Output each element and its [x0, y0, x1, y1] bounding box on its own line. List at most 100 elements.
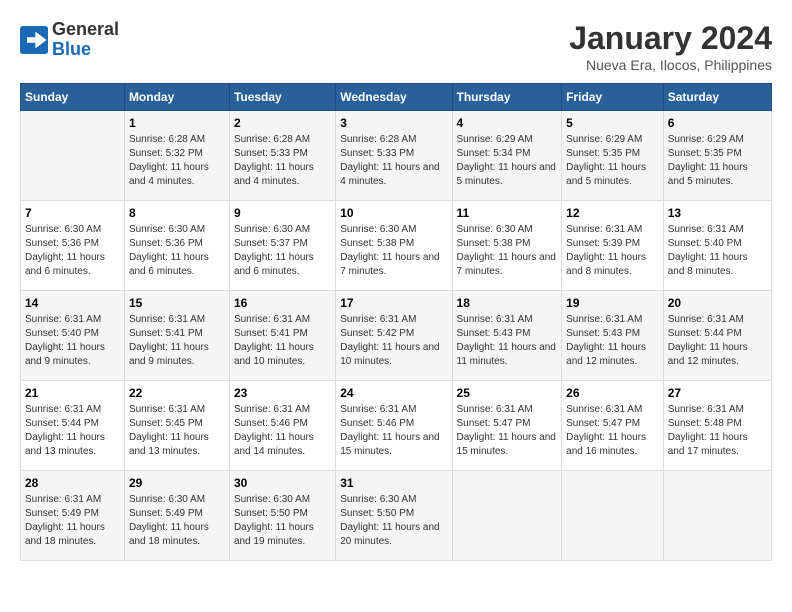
table-cell: 29 Sunrise: 6:30 AMSunset: 5:49 PMDaylig… — [124, 471, 229, 561]
day-number: 17 — [340, 296, 447, 310]
table-cell: 28 Sunrise: 6:31 AMSunset: 5:49 PMDaylig… — [21, 471, 125, 561]
table-cell: 11 Sunrise: 6:30 AMSunset: 5:38 PMDaylig… — [452, 201, 562, 291]
table-cell: 21 Sunrise: 6:31 AMSunset: 5:44 PMDaylig… — [21, 381, 125, 471]
table-cell: 10 Sunrise: 6:30 AMSunset: 5:38 PMDaylig… — [336, 201, 452, 291]
day-info: Sunrise: 6:30 AMSunset: 5:36 PMDaylight:… — [129, 223, 225, 279]
table-cell: 17 Sunrise: 6:31 AMSunset: 5:42 PMDaylig… — [336, 291, 452, 381]
day-number: 15 — [129, 296, 225, 310]
table-cell: 5 Sunrise: 6:29 AMSunset: 5:35 PMDayligh… — [562, 111, 664, 201]
day-number: 11 — [457, 206, 558, 220]
table-cell: 13 Sunrise: 6:31 AMSunset: 5:40 PMDaylig… — [663, 201, 771, 291]
day-info: Sunrise: 6:31 AMSunset: 5:42 PMDaylight:… — [340, 313, 447, 369]
day-number: 1 — [129, 116, 225, 130]
day-number: 14 — [25, 296, 120, 310]
calendar-subtitle: Nueva Era, Ilocos, Philippines — [569, 57, 772, 73]
header-thursday: Thursday — [452, 84, 562, 111]
day-info: Sunrise: 6:29 AMSunset: 5:34 PMDaylight:… — [457, 133, 558, 189]
header-friday: Friday — [562, 84, 664, 111]
header-tuesday: Tuesday — [229, 84, 335, 111]
day-number: 27 — [668, 386, 767, 400]
calendar-title: January 2024 — [569, 20, 772, 57]
header-monday: Monday — [124, 84, 229, 111]
day-number: 5 — [566, 116, 659, 130]
day-number: 2 — [234, 116, 331, 130]
table-cell: 23 Sunrise: 6:31 AMSunset: 5:46 PMDaylig… — [229, 381, 335, 471]
day-number: 18 — [457, 296, 558, 310]
day-info: Sunrise: 6:30 AMSunset: 5:50 PMDaylight:… — [340, 493, 447, 549]
table-cell: 2 Sunrise: 6:28 AMSunset: 5:33 PMDayligh… — [229, 111, 335, 201]
day-number: 7 — [25, 206, 120, 220]
table-row: 28 Sunrise: 6:31 AMSunset: 5:49 PMDaylig… — [21, 471, 772, 561]
title-block: January 2024 Nueva Era, Ilocos, Philippi… — [569, 20, 772, 73]
table-cell — [452, 471, 562, 561]
table-cell: 18 Sunrise: 6:31 AMSunset: 5:43 PMDaylig… — [452, 291, 562, 381]
day-number: 21 — [25, 386, 120, 400]
day-info: Sunrise: 6:29 AMSunset: 5:35 PMDaylight:… — [668, 133, 767, 189]
day-info: Sunrise: 6:30 AMSunset: 5:38 PMDaylight:… — [457, 223, 558, 279]
logo-text: General Blue — [52, 20, 119, 60]
day-info: Sunrise: 6:31 AMSunset: 5:45 PMDaylight:… — [129, 403, 225, 459]
day-number: 3 — [340, 116, 447, 130]
day-number: 31 — [340, 476, 447, 490]
day-number: 20 — [668, 296, 767, 310]
table-cell: 9 Sunrise: 6:30 AMSunset: 5:37 PMDayligh… — [229, 201, 335, 291]
day-info: Sunrise: 6:31 AMSunset: 5:46 PMDaylight:… — [340, 403, 447, 459]
day-info: Sunrise: 6:31 AMSunset: 5:40 PMDaylight:… — [668, 223, 767, 279]
day-info: Sunrise: 6:30 AMSunset: 5:49 PMDaylight:… — [129, 493, 225, 549]
day-info: Sunrise: 6:28 AMSunset: 5:33 PMDaylight:… — [340, 133, 447, 189]
calendar-table: Sunday Monday Tuesday Wednesday Thursday… — [20, 83, 772, 561]
table-cell: 4 Sunrise: 6:29 AMSunset: 5:34 PMDayligh… — [452, 111, 562, 201]
day-number: 8 — [129, 206, 225, 220]
table-cell — [21, 111, 125, 201]
day-info: Sunrise: 6:31 AMSunset: 5:43 PMDaylight:… — [457, 313, 558, 369]
day-number: 28 — [25, 476, 120, 490]
day-number: 19 — [566, 296, 659, 310]
table-cell: 26 Sunrise: 6:31 AMSunset: 5:47 PMDaylig… — [562, 381, 664, 471]
logo-icon — [20, 26, 48, 54]
weekday-header-row: Sunday Monday Tuesday Wednesday Thursday… — [21, 84, 772, 111]
day-info: Sunrise: 6:30 AMSunset: 5:38 PMDaylight:… — [340, 223, 447, 279]
day-info: Sunrise: 6:30 AMSunset: 5:50 PMDaylight:… — [234, 493, 331, 549]
day-info: Sunrise: 6:31 AMSunset: 5:44 PMDaylight:… — [25, 403, 120, 459]
table-row: 7 Sunrise: 6:30 AMSunset: 5:36 PMDayligh… — [21, 201, 772, 291]
day-number: 22 — [129, 386, 225, 400]
day-number: 30 — [234, 476, 331, 490]
table-cell: 15 Sunrise: 6:31 AMSunset: 5:41 PMDaylig… — [124, 291, 229, 381]
table-cell: 31 Sunrise: 6:30 AMSunset: 5:50 PMDaylig… — [336, 471, 452, 561]
table-cell: 14 Sunrise: 6:31 AMSunset: 5:40 PMDaylig… — [21, 291, 125, 381]
table-cell: 25 Sunrise: 6:31 AMSunset: 5:47 PMDaylig… — [452, 381, 562, 471]
table-cell: 3 Sunrise: 6:28 AMSunset: 5:33 PMDayligh… — [336, 111, 452, 201]
day-info: Sunrise: 6:30 AMSunset: 5:37 PMDaylight:… — [234, 223, 331, 279]
day-info: Sunrise: 6:31 AMSunset: 5:48 PMDaylight:… — [668, 403, 767, 459]
table-cell: 8 Sunrise: 6:30 AMSunset: 5:36 PMDayligh… — [124, 201, 229, 291]
table-cell: 19 Sunrise: 6:31 AMSunset: 5:43 PMDaylig… — [562, 291, 664, 381]
table-cell: 7 Sunrise: 6:30 AMSunset: 5:36 PMDayligh… — [21, 201, 125, 291]
day-info: Sunrise: 6:31 AMSunset: 5:40 PMDaylight:… — [25, 313, 120, 369]
day-info: Sunrise: 6:31 AMSunset: 5:46 PMDaylight:… — [234, 403, 331, 459]
day-info: Sunrise: 6:31 AMSunset: 5:41 PMDaylight:… — [129, 313, 225, 369]
day-info: Sunrise: 6:29 AMSunset: 5:35 PMDaylight:… — [566, 133, 659, 189]
day-number: 9 — [234, 206, 331, 220]
table-row: 21 Sunrise: 6:31 AMSunset: 5:44 PMDaylig… — [21, 381, 772, 471]
table-cell — [562, 471, 664, 561]
table-cell: 24 Sunrise: 6:31 AMSunset: 5:46 PMDaylig… — [336, 381, 452, 471]
table-cell: 27 Sunrise: 6:31 AMSunset: 5:48 PMDaylig… — [663, 381, 771, 471]
day-number: 13 — [668, 206, 767, 220]
day-number: 29 — [129, 476, 225, 490]
day-info: Sunrise: 6:31 AMSunset: 5:39 PMDaylight:… — [566, 223, 659, 279]
table-cell — [663, 471, 771, 561]
day-number: 24 — [340, 386, 447, 400]
table-cell: 1 Sunrise: 6:28 AMSunset: 5:32 PMDayligh… — [124, 111, 229, 201]
day-number: 23 — [234, 386, 331, 400]
day-info: Sunrise: 6:31 AMSunset: 5:47 PMDaylight:… — [457, 403, 558, 459]
header-saturday: Saturday — [663, 84, 771, 111]
table-cell: 20 Sunrise: 6:31 AMSunset: 5:44 PMDaylig… — [663, 291, 771, 381]
table-cell: 16 Sunrise: 6:31 AMSunset: 5:41 PMDaylig… — [229, 291, 335, 381]
day-info: Sunrise: 6:31 AMSunset: 5:41 PMDaylight:… — [234, 313, 331, 369]
logo: General Blue — [20, 20, 119, 60]
day-info: Sunrise: 6:28 AMSunset: 5:33 PMDaylight:… — [234, 133, 331, 189]
day-info: Sunrise: 6:31 AMSunset: 5:47 PMDaylight:… — [566, 403, 659, 459]
table-cell: 22 Sunrise: 6:31 AMSunset: 5:45 PMDaylig… — [124, 381, 229, 471]
day-info: Sunrise: 6:31 AMSunset: 5:49 PMDaylight:… — [25, 493, 120, 549]
day-info: Sunrise: 6:31 AMSunset: 5:43 PMDaylight:… — [566, 313, 659, 369]
